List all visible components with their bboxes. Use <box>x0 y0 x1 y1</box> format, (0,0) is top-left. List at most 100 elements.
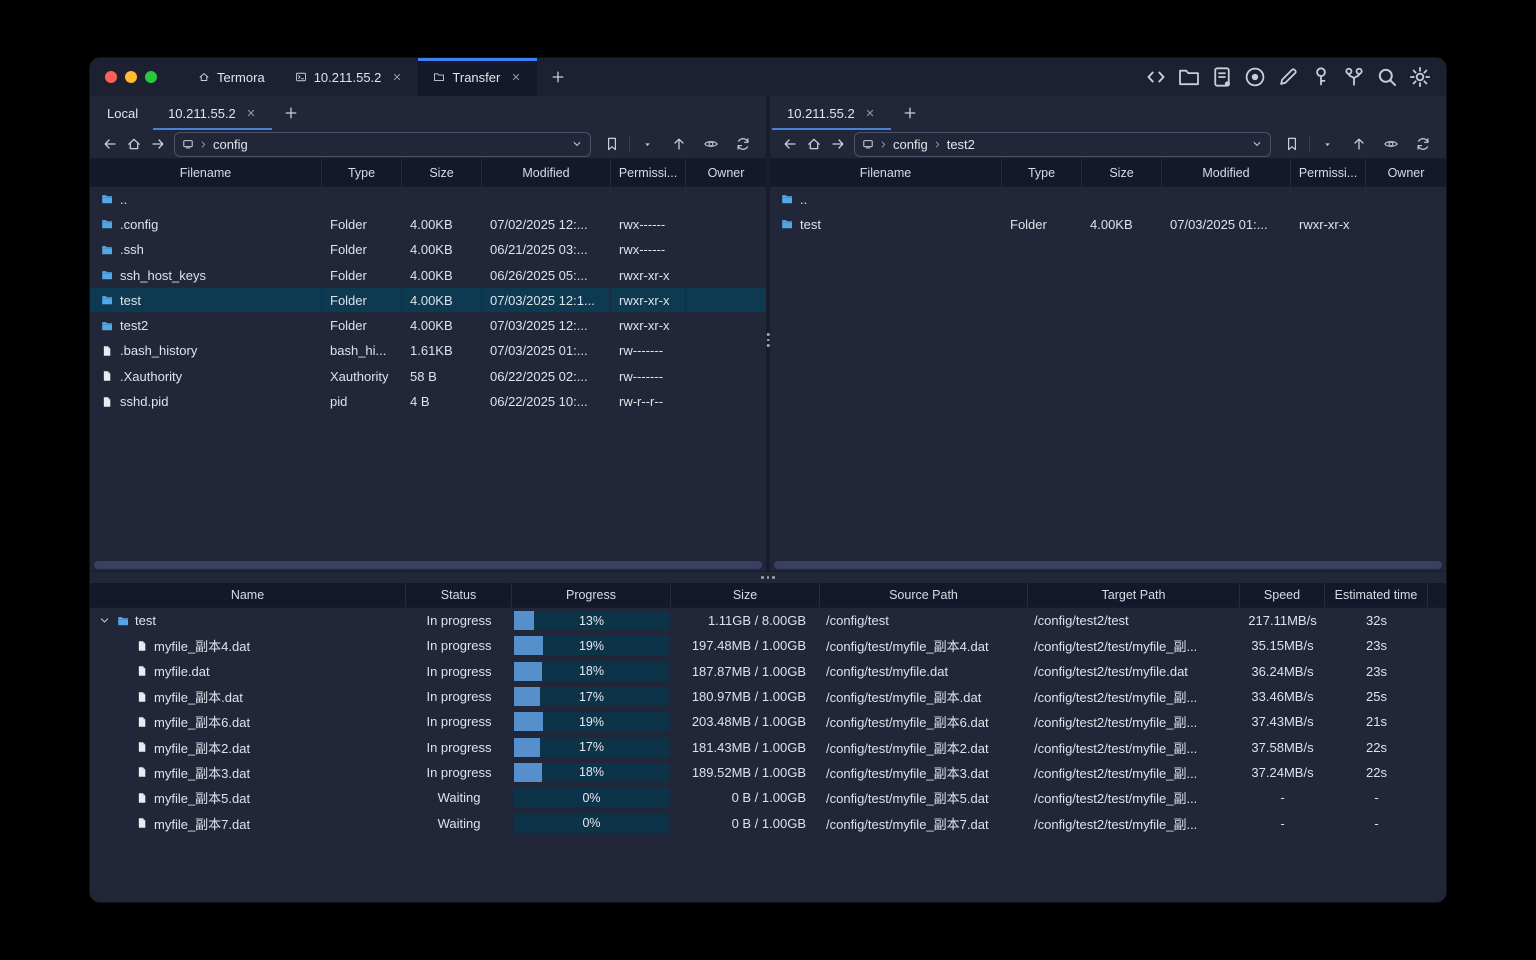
back-button[interactable] <box>98 133 122 155</box>
keychain-icon[interactable] <box>1342 65 1366 89</box>
file-row[interactable]: sshd.pid pid 4 B 06/22/2025 10:... rw-r--r-- <box>90 389 766 415</box>
panel-tab-10-211-55-2[interactable]: 10.211.55.2 <box>772 96 891 130</box>
path-dropdown-icon[interactable] <box>571 138 583 150</box>
right-path-bar[interactable]: config test2 <box>854 131 1271 157</box>
file-owner-cell <box>686 364 766 390</box>
file-row[interactable]: ssh_host_keys Folder 4.00KB 06/26/2025 05:.… <box>90 262 766 289</box>
file-icon <box>136 665 148 677</box>
transfer-row[interactable]: myfile_副本5.dat Waiting 0% 0 B / 1.00GB/conf… <box>90 785 1446 810</box>
new-tab-button[interactable] <box>537 58 579 96</box>
file-row[interactable]: .config Folder 4.00KB 07/02/2025 12:... rwx-… <box>90 212 766 238</box>
column-header-permissi[interactable]: Permissi... <box>611 159 686 186</box>
bookmark-menu-button[interactable] <box>1315 133 1339 155</box>
column-header-speed[interactable]: Speed <box>1240 583 1325 607</box>
column-header-type[interactable]: Type <box>1002 159 1082 186</box>
column-header-size[interactable]: Size <box>671 583 820 607</box>
panel-tab-label: 10.211.55.2 <box>168 105 236 121</box>
close-icon[interactable] <box>510 71 522 83</box>
column-header-target-path[interactable]: Target Path <box>1028 583 1240 607</box>
transfer-row[interactable]: test In progress 13% 1.11GB / 8.00GB/config… <box>90 608 1446 633</box>
new-panel-tab-button[interactable] <box>891 96 929 130</box>
column-header-estimated-time[interactable]: Estimated time <box>1325 583 1428 607</box>
upload-button[interactable] <box>667 133 691 155</box>
column-header-source-path[interactable]: Source Path <box>820 583 1028 607</box>
panel-tab-local[interactable]: Local <box>92 96 153 130</box>
code-icon[interactable] <box>1144 65 1168 89</box>
bookmark-menu-button[interactable] <box>635 133 659 155</box>
column-header-modified[interactable]: Modified <box>1162 159 1291 186</box>
transfer-row[interactable]: myfile_副本7.dat Waiting 0% 0 B / 1.00GB/conf… <box>90 810 1446 835</box>
column-header-owner[interactable]: Owner <box>1366 159 1446 186</box>
column-header-status[interactable]: Status <box>406 583 512 607</box>
upload-button[interactable] <box>1347 133 1371 155</box>
file-row[interactable]: .bash_history bash_hi... 1.61KB 07/03/2025 … <box>90 338 766 365</box>
show-hidden-button[interactable] <box>699 133 723 155</box>
window-close-button[interactable] <box>105 71 117 83</box>
show-hidden-button[interactable] <box>1379 133 1403 155</box>
file-type-cell: bash_hi... <box>322 338 402 365</box>
column-header-size[interactable]: Size <box>402 159 482 186</box>
transfer-row[interactable]: myfile_副本3.dat In progress 18% 189.52MB / 1… <box>90 760 1446 785</box>
file-row[interactable]: .. <box>90 187 766 213</box>
column-header-owner[interactable]: Owner <box>686 159 766 186</box>
refresh-button[interactable] <box>1411 133 1435 155</box>
left-path-bar[interactable]: config <box>174 131 591 157</box>
home-button[interactable] <box>802 133 826 155</box>
transfer-row[interactable]: myfile_副本6.dat In progress 19% 203.48MB / 1… <box>90 709 1446 734</box>
expand-chevron-icon[interactable] <box>98 614 111 627</box>
edit-icon[interactable] <box>1276 65 1300 89</box>
back-button[interactable] <box>778 133 802 155</box>
folder-icon[interactable] <box>1177 65 1201 89</box>
close-icon[interactable] <box>245 107 257 119</box>
window-zoom-button[interactable] <box>145 71 157 83</box>
settings-icon[interactable] <box>1408 65 1432 89</box>
bookmark-button[interactable] <box>600 133 624 155</box>
progress-label: 17% <box>578 740 605 755</box>
file-row[interactable]: test Folder 4.00KB 07/03/2025 01:... rwxr-xr… <box>770 212 1446 238</box>
transfer-row[interactable]: myfile.dat In progress 18% 187.87MB / 1.00G… <box>90 659 1446 684</box>
file-row[interactable]: test2 Folder 4.00KB 07/03/2025 12:... rwxr-x… <box>90 313 766 339</box>
column-header-size[interactable]: Size <box>1082 159 1162 186</box>
column-header-modified[interactable]: Modified <box>482 159 611 186</box>
horizontal-splitter[interactable] <box>90 571 1446 583</box>
column-header-filename[interactable]: Filename <box>90 159 322 186</box>
path-dropdown-icon[interactable] <box>1251 138 1263 150</box>
progress-bar-fill <box>514 636 544 656</box>
forward-button[interactable] <box>826 133 850 155</box>
file-type-cell: Folder <box>322 237 402 263</box>
record-icon[interactable] <box>1243 65 1267 89</box>
forward-button[interactable] <box>146 133 170 155</box>
file-row[interactable]: .ssh Folder 4.00KB 06/21/2025 03:... rwx----… <box>90 237 766 263</box>
right-horizontal-scrollbar[interactable] <box>774 561 1442 569</box>
search-icon[interactable] <box>1375 65 1399 89</box>
home-button[interactable] <box>122 133 146 155</box>
new-panel-tab-button[interactable] <box>272 96 310 130</box>
transfer-row[interactable]: myfile_副本2.dat In progress 17% 181.43MB / 1… <box>90 734 1446 759</box>
close-icon[interactable] <box>864 107 876 119</box>
column-header-type[interactable]: Type <box>322 159 402 186</box>
file-type-cell: Folder <box>322 313 402 339</box>
column-header-permissi[interactable]: Permissi... <box>1291 159 1366 186</box>
column-header-progress[interactable]: Progress <box>512 583 671 607</box>
key-icon[interactable] <box>1309 65 1333 89</box>
file-row[interactable]: .Xauthority Xauthority 58 B 06/22/2025 02:.… <box>90 364 766 390</box>
progress-bar: 0% <box>514 788 669 808</box>
app-tab-transfer[interactable]: Transfer <box>418 58 538 96</box>
log-icon[interactable] <box>1210 65 1234 89</box>
close-icon[interactable] <box>391 71 403 83</box>
file-row[interactable]: .. <box>770 187 1446 213</box>
refresh-button[interactable] <box>731 133 755 155</box>
bookmark-button[interactable] <box>1280 133 1304 155</box>
app-tab-10-211-55-2[interactable]: 10.211.55.2 <box>280 58 419 96</box>
file-modified-cell: 07/02/2025 12:... <box>482 212 611 238</box>
column-header-filename[interactable]: Filename <box>770 159 1002 186</box>
panel-tab-10-211-55-2[interactable]: 10.211.55.2 <box>153 96 272 130</box>
left-horizontal-scrollbar[interactable] <box>94 561 762 569</box>
transfer-row[interactable]: myfile_副本4.dat In progress 19% 197.48MB / 1… <box>90 633 1446 658</box>
transfer-size-cell: 203.48MB / 1.00GB <box>691 714 806 730</box>
window-minimize-button[interactable] <box>125 71 137 83</box>
app-tab-termora[interactable]: Termora <box>183 58 280 96</box>
file-row[interactable]: test Folder 4.00KB 07/03/2025 12:1... rwxr-x… <box>90 288 766 314</box>
transfer-row[interactable]: myfile_副本.dat In progress 17% 180.97MB / 1.… <box>90 684 1446 709</box>
column-header-name[interactable]: Name <box>90 583 406 607</box>
